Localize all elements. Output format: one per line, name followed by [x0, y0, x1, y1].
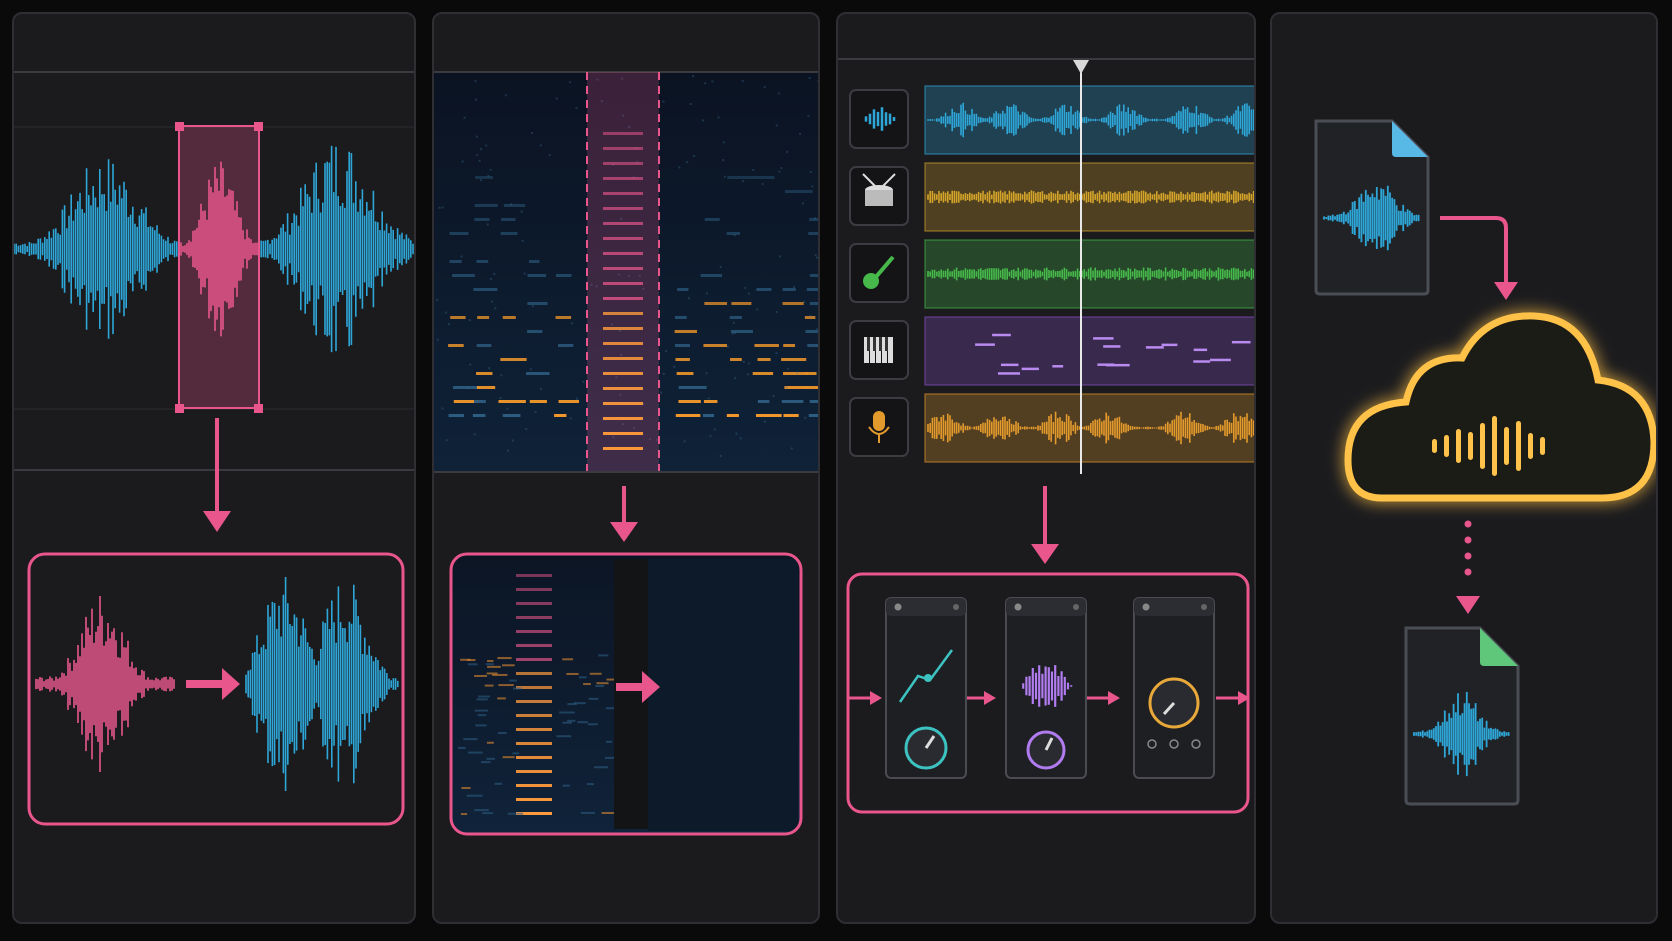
arrow-head: [1494, 282, 1518, 300]
arrow-head: [203, 511, 231, 532]
arrow-head: [984, 691, 996, 705]
selection-handle[interactable]: [175, 404, 184, 413]
panel-waveform-edit: [12, 12, 416, 924]
guitar-icon[interactable]: [849, 243, 909, 303]
arrow-head: [610, 522, 638, 542]
panel-multitrack-canvas: [838, 58, 1256, 814]
arrow-head: [222, 668, 240, 700]
arrow-head: [1456, 596, 1480, 614]
selection-handle[interactable]: [254, 122, 263, 131]
arrow-head: [870, 691, 882, 705]
track-lane[interactable]: [924, 239, 1256, 309]
track-lane[interactable]: [924, 85, 1256, 155]
selection-handle[interactable]: [175, 122, 184, 131]
knob-module[interactable]: [1133, 597, 1215, 779]
panel-spectrogram-canvas: [434, 71, 818, 836]
drum-icon[interactable]: [849, 166, 909, 226]
output-audio-file-icon[interactable]: [1404, 626, 1520, 806]
track-lane[interactable]: [924, 393, 1256, 463]
selection-handle[interactable]: [254, 404, 263, 413]
waveform-icon[interactable]: [849, 89, 909, 149]
panel-spectrogram-edit: [432, 12, 820, 924]
cleaned-spectrogram: [648, 559, 798, 831]
track-lane[interactable]: [924, 316, 1256, 386]
panel-cloud: [1270, 12, 1658, 924]
panel-cloud-canvas: [1314, 119, 1656, 806]
eq-curve-module[interactable]: [885, 597, 967, 779]
waveform-module[interactable]: [1005, 597, 1087, 779]
flow-arrow: [1440, 216, 1508, 284]
track-lane[interactable]: [924, 162, 1256, 232]
input-audio-file-icon[interactable]: [1314, 119, 1430, 296]
piano-icon[interactable]: [849, 320, 909, 380]
playhead-marker[interactable]: [1073, 60, 1089, 74]
panel-multitrack: [836, 12, 1256, 924]
dotted-flow: [1464, 520, 1472, 576]
arrow-head: [1031, 544, 1059, 564]
track-list: [849, 85, 1256, 463]
cloud-audio-icon[interactable]: [1344, 312, 1656, 502]
microphone-icon[interactable]: [849, 397, 909, 457]
effects-chain: [848, 597, 1250, 779]
arrow-head: [1108, 691, 1120, 705]
panel-waveform-canvas: [14, 71, 414, 826]
